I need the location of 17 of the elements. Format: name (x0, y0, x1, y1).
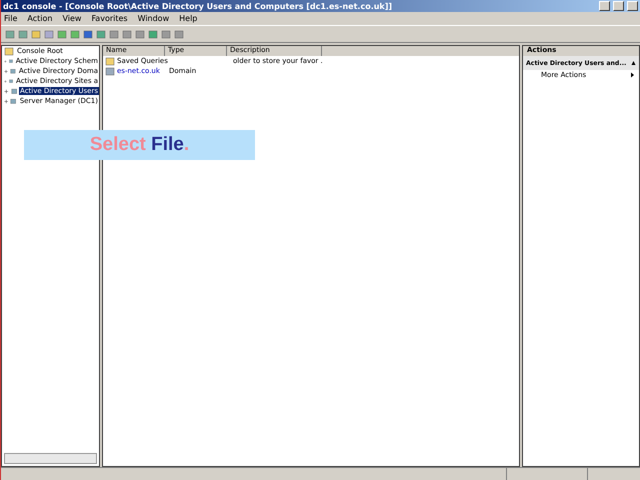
minimize-button[interactable] (599, 1, 610, 11)
expander-icon[interactable] (4, 68, 8, 74)
close-button[interactable] (627, 1, 638, 11)
menu-item[interactable]: Action (27, 14, 52, 23)
menu-item[interactable]: Window (138, 14, 170, 23)
menu-item[interactable]: File (4, 14, 18, 23)
expander-icon[interactable] (4, 88, 9, 94)
caption-text: Select File. (90, 134, 190, 156)
menu-item[interactable]: Favorites (91, 14, 128, 23)
menu-item[interactable]: View (62, 14, 82, 23)
collapse-icon (631, 61, 636, 65)
menu-item[interactable]: Help (179, 14, 198, 23)
window-title: dc1 console - [Console Root\Active Directory Users and Computers [dc1.es-net.co.uk]] (3, 2, 394, 10)
horizontal-scrollbar[interactable] (4, 453, 97, 464)
restore-button[interactable] (613, 1, 624, 11)
expander-icon[interactable] (4, 98, 8, 104)
submenu-arrow-icon (630, 72, 635, 78)
